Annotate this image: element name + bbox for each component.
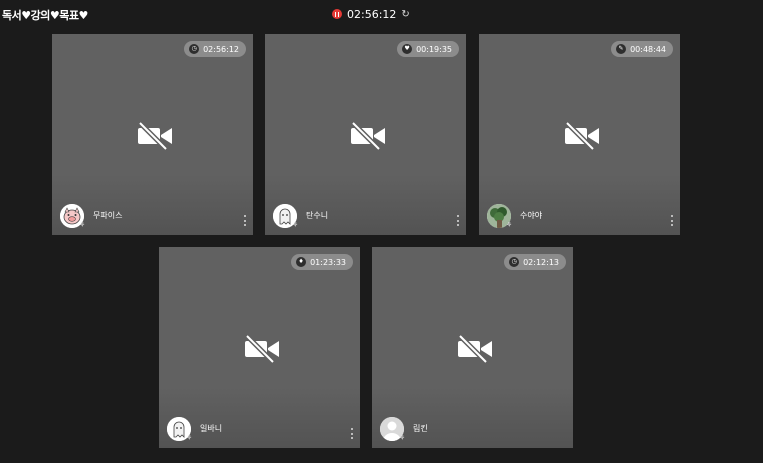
clock-icon: ◷ [509,257,520,267]
user-mini-icon: ⚘ [506,221,513,229]
study-time-badge: ✎ 00:48:44 [611,41,673,57]
heart-icon: ♥ [402,44,413,54]
user-mini-icon: ⚘ [186,434,193,442]
more-options-icon[interactable] [456,215,459,226]
study-time: 02:56:12 [203,44,239,54]
study-time-badge: ♥ 00:19:35 [397,41,459,57]
more-options-icon[interactable] [243,215,246,226]
participant-name: 림킨 [413,424,428,433]
participant-tile[interactable]: ◷ 02:12:13 ⚘ 림킨 [372,247,573,448]
participant-tile[interactable]: ♥ 00:19:35 ⚘ 탄수니 [265,34,466,235]
participant-name: 무파이스 [93,211,123,220]
session-timer: 02:56:12 ↻ [332,7,410,21]
participant-name: 일바니 [200,424,223,433]
study-time-badge: ♦ 01:23:33 [291,254,353,270]
study-time-badge: ◷ 02:56:12 [184,41,246,57]
camera-off-icon [245,334,279,364]
pencil-icon: ✎ [616,44,627,54]
study-time: 00:19:35 [416,44,452,54]
camera-off-icon [351,121,385,151]
pause-icon[interactable] [332,9,342,19]
participant-name: 수야야 [520,211,543,220]
room-title: 독서♥강의♥목표♥ [2,9,88,22]
more-options-icon[interactable] [670,215,673,226]
participant-tile[interactable]: ◷ 02:56:12 ⚘ 무파이스 [52,34,253,235]
study-time: 02:12:13 [523,257,559,267]
user-mini-icon: ⚘ [399,434,406,442]
user-mini-icon: ⚘ [79,221,86,229]
study-time: 01:23:33 [310,257,346,267]
more-options-icon[interactable] [350,428,353,439]
study-time-badge: ◷ 02:12:13 [504,254,566,270]
camera-off-icon [458,334,492,364]
clock-icon: ◷ [189,44,200,54]
refresh-icon[interactable]: ↻ [401,9,409,20]
fire-icon: ♦ [296,257,307,267]
user-mini-icon: ⚘ [292,221,299,229]
camera-off-icon [565,121,599,151]
camera-off-icon [138,121,172,151]
participant-name: 탄수니 [306,211,329,220]
study-time: 00:48:44 [630,44,666,54]
session-elapsed-time: 02:56:12 [347,7,397,21]
participant-tile[interactable]: ♦ 01:23:33 ⚘ 일바니 [159,247,360,448]
participant-tile[interactable]: ✎ 00:48:44 ⚘ 수야야 [479,34,680,235]
